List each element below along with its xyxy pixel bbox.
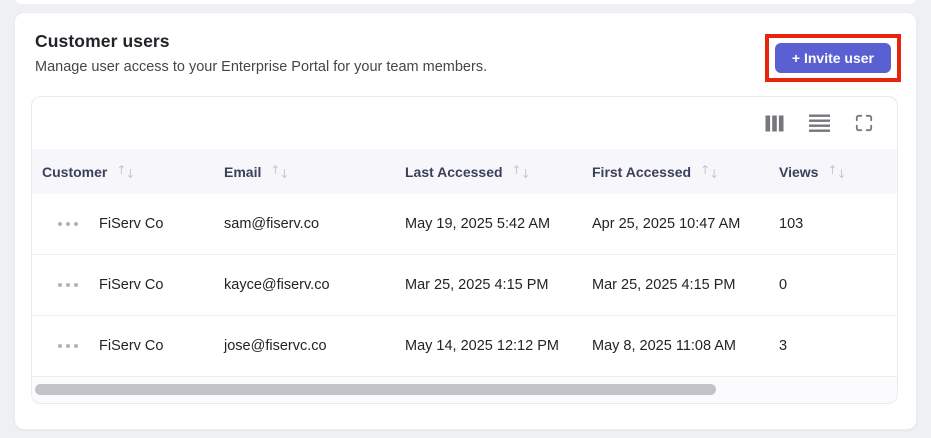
- sort-icon[interactable]: ↑ ↓: [700, 163, 719, 181]
- email-cell: sam@fiserv.co: [224, 216, 320, 232]
- ellipsis-menu-icon[interactable]: [56, 340, 80, 352]
- first-accessed-cell: Mar 25, 2025 4:15 PM: [592, 277, 736, 293]
- panel-header: Customer users Manage user access to you…: [15, 13, 916, 82]
- first-accessed-cell: Apr 25, 2025 10:47 AM: [592, 216, 741, 232]
- sort-icon[interactable]: ↑ ↓: [827, 163, 846, 181]
- last-accessed-cell: May 14, 2025 12:12 PM: [405, 338, 559, 354]
- customer-cell: FiServ Co: [32, 338, 224, 354]
- customer-name: FiServ Co: [99, 277, 164, 293]
- columns-icon[interactable]: [765, 115, 784, 132]
- table-row[interactable]: FiServ Co kayce@fiserv.co Mar 25, 2025 4…: [32, 255, 897, 316]
- column-header-label: Email: [224, 163, 262, 180]
- fullscreen-icon[interactable]: [855, 114, 873, 132]
- customer-cell: FiServ Co: [32, 277, 224, 293]
- horizontal-scrollbar[interactable]: [32, 377, 897, 403]
- table-row[interactable]: FiServ Co jose@fiservc.co May 14, 2025 1…: [32, 316, 897, 377]
- last-accessed-cell: May 19, 2025 5:42 AM: [405, 216, 551, 232]
- first-accessed-cell: May 8, 2025 11:08 AM: [592, 338, 737, 354]
- column-header-views[interactable]: Views ↑ ↓: [779, 163, 897, 181]
- column-header-label: Customer: [42, 163, 108, 180]
- annotation-highlight-box: + Invite user: [764, 34, 901, 82]
- column-header-label: Views: [779, 163, 819, 180]
- views-cell: 3: [779, 338, 788, 354]
- sort-icon[interactable]: ↑ ↓: [116, 163, 135, 181]
- ellipsis-menu-icon[interactable]: [56, 218, 80, 230]
- panel-header-text: Customer users Manage user access to you…: [35, 31, 487, 75]
- column-header-label: Last Accessed: [405, 163, 503, 180]
- column-header-label: First Accessed: [592, 163, 692, 180]
- page-title: Customer users: [35, 31, 170, 51]
- column-header-first-accessed[interactable]: First Accessed ↑ ↓: [592, 163, 779, 181]
- table-header-row: Customer ↑ ↓ Email ↑ ↓ Last Accessed ↑ ↓ Fi…: [32, 149, 897, 194]
- users-table-container: Customer ↑ ↓ Email ↑ ↓ Last Accessed ↑ ↓ Fi…: [31, 96, 898, 404]
- page-subtitle: Manage user access to your Enterprise Po…: [35, 59, 488, 75]
- customer-cell: FiServ Co: [32, 216, 224, 232]
- previous-card-edge: [16, 0, 915, 4]
- views-cell: 103: [779, 216, 804, 232]
- scrollbar-thumb[interactable]: [35, 384, 716, 395]
- table-toolbar: [32, 97, 897, 149]
- last-accessed-cell: Mar 25, 2025 4:15 PM: [405, 277, 549, 293]
- customer-name: FiServ Co: [99, 216, 164, 232]
- customer-users-panel: Customer users Manage user access to you…: [14, 12, 917, 430]
- invite-user-button[interactable]: + Invite user: [774, 43, 891, 73]
- email-cell: jose@fiservc.co: [224, 338, 327, 354]
- column-header-last-accessed[interactable]: Last Accessed ↑ ↓: [405, 163, 592, 181]
- column-header-customer[interactable]: Customer ↑ ↓: [32, 163, 224, 181]
- table-row[interactable]: FiServ Co sam@fiserv.co May 19, 2025 5:4…: [32, 194, 897, 255]
- ellipsis-menu-icon[interactable]: [56, 279, 80, 291]
- sort-icon[interactable]: ↑ ↓: [512, 163, 531, 181]
- views-cell: 0: [779, 277, 788, 293]
- row-density-icon[interactable]: [809, 114, 830, 132]
- column-header-email[interactable]: Email ↑ ↓: [224, 163, 405, 181]
- customer-name: FiServ Co: [99, 338, 164, 354]
- sort-icon[interactable]: ↑ ↓: [270, 163, 289, 181]
- email-cell: kayce@fiserv.co: [224, 277, 330, 293]
